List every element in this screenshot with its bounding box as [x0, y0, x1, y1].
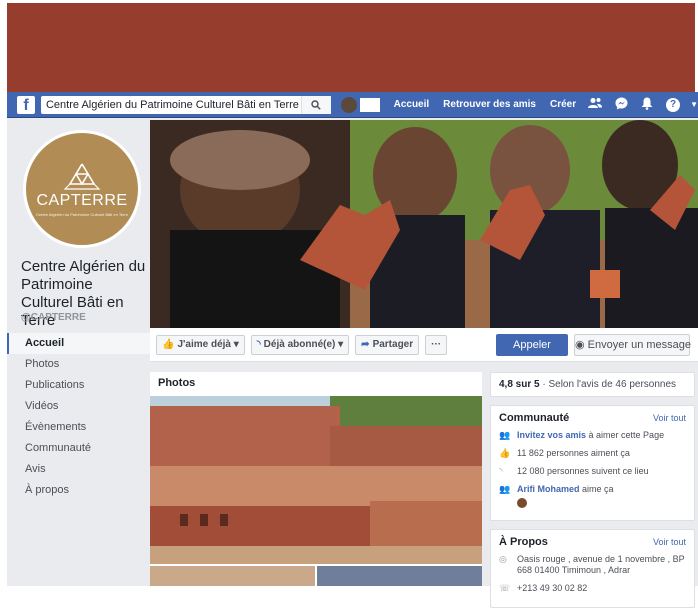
friend-avatar[interactable]: [517, 498, 527, 508]
sidebar-item-posts[interactable]: Publications: [7, 375, 150, 396]
page-action-bar: 👍 J'aime déjà ▾ ◝ Déjà abonné(e) ▾ ➦ Partag…: [150, 328, 698, 362]
messenger-icon: ◉: [575, 339, 585, 351]
right-column: 4,8 sur 5 · Selon l'avis de 46 personnes…: [490, 372, 695, 616]
search-value[interactable]: Centre Algérien du Patrimoine Culturel B…: [46, 99, 301, 111]
top-banner: [0, 0, 698, 92]
photo-thumbnail[interactable]: [317, 566, 482, 586]
people-icon: 👥: [499, 484, 511, 494]
page-body: CAPTERRE Centre Algérien du Patrimoine C…: [7, 118, 698, 608]
address-row: ◎ Oasis rouge , avenue de 1 novembre , B…: [499, 554, 685, 575]
like-button[interactable]: 👍 J'aime déjà ▾: [156, 334, 245, 355]
page-profile-picture[interactable]: CAPTERRE Centre Algérien du Patrimoine C…: [23, 130, 141, 248]
location-pin-icon: ◎: [499, 554, 507, 564]
about-card: À Propos Voir tout ◎ Oasis rouge , avenu…: [490, 529, 695, 608]
facebook-logo-icon[interactable]: f: [17, 95, 35, 114]
follows-row: ◝ 12 080 personnes suivent ce lieu: [499, 466, 649, 476]
sidebar-item-community[interactable]: Communauté: [7, 438, 150, 459]
notifications-bell-icon[interactable]: [640, 97, 654, 113]
more-options-button[interactable]: ···: [425, 334, 448, 355]
photo-main-image: [150, 396, 482, 564]
rating-summary[interactable]: 4,8 sur 5 · Selon l'avis de 46 personnes: [499, 379, 686, 390]
logo-subtitle: Centre Algérien du Patrimoine Culturel B…: [36, 211, 128, 217]
community-see-all-link[interactable]: Voir tout: [653, 413, 686, 423]
sidebar-item-about[interactable]: À propos: [7, 480, 150, 501]
follow-button[interactable]: ◝ Déjà abonné(e) ▾: [250, 334, 350, 355]
people-icon: 👥: [499, 430, 511, 440]
cover-photo[interactable]: [150, 120, 698, 328]
thumbs-up-icon: 👍: [162, 339, 175, 350]
user-avatar[interactable]: [340, 96, 357, 113]
phone-row: ☏ +213 49 30 02 82: [499, 583, 588, 593]
cover-photo-image: [150, 120, 698, 328]
facebook-topbar: f Centre Algérien du Patrimoine Culturel…: [7, 92, 698, 118]
user-name-block[interactable]: [359, 97, 380, 112]
photos-panel: Photos: [150, 372, 482, 586]
sidebar-item-videos[interactable]: Vidéos: [7, 396, 150, 417]
sidebar-item-events[interactable]: Évènements: [7, 417, 150, 438]
community-card: Communauté Voir tout 👥 Invitez vos amis …: [490, 405, 695, 521]
banner-color-block: [7, 3, 695, 92]
invite-friends-row: 👥 Invitez vos amis à aimer cette Page: [499, 430, 665, 440]
logo-wordmark: CAPTERRE: [36, 191, 128, 209]
search-icon[interactable]: [300, 95, 331, 114]
send-message-button[interactable]: ◉ Envoyer un message: [574, 334, 691, 356]
nav-link-create[interactable]: Créer: [550, 99, 576, 110]
nav-link-find-friends[interactable]: Retrouver des amis: [443, 99, 536, 110]
friend-requests-icon[interactable]: [588, 97, 603, 112]
capterre-logo-icon: [63, 163, 101, 190]
sidebar-item-home[interactable]: Accueil: [7, 333, 150, 354]
left-column: CAPTERRE Centre Algérien du Patrimoine C…: [7, 118, 150, 586]
search-input[interactable]: Centre Algérien du Patrimoine Culturel B…: [40, 95, 331, 114]
nav-link-home[interactable]: Accueil: [394, 99, 430, 110]
sidebar-item-photos[interactable]: Photos: [7, 354, 150, 375]
share-arrow-icon: ➦: [361, 339, 370, 350]
about-see-all-link[interactable]: Voir tout: [653, 537, 686, 547]
about-title[interactable]: À Propos: [499, 536, 548, 548]
friend-likes-row: 👥 Arifi Mohamed aime ça: [499, 484, 614, 494]
thumbs-up-icon: 👍: [499, 448, 511, 458]
rss-icon: ◝: [499, 466, 503, 476]
help-icon[interactable]: ?: [666, 97, 681, 112]
rss-icon: ◝: [256, 339, 261, 350]
friend-name-link[interactable]: Arifi Mohamed: [517, 484, 580, 494]
call-button[interactable]: Appeler: [496, 334, 568, 356]
photo-thumbnail[interactable]: [150, 566, 315, 586]
photo-main[interactable]: [150, 396, 482, 564]
page-nav: Accueil Photos Publications Vidéos Évène…: [7, 333, 150, 501]
share-button[interactable]: ➦ Partager: [355, 334, 420, 355]
community-title[interactable]: Communauté: [499, 412, 569, 424]
sidebar-item-reviews[interactable]: Avis: [7, 459, 150, 480]
photos-title[interactable]: Photos: [150, 372, 482, 394]
page-handle[interactable]: @CAPTERRE: [21, 312, 86, 323]
chevron-down-icon[interactable]: ▼: [690, 100, 698, 109]
messenger-icon[interactable]: [614, 97, 628, 113]
phone-icon: ☏: [499, 583, 511, 593]
rating-card: 4,8 sur 5 · Selon l'avis de 46 personnes: [490, 372, 695, 397]
likes-row: 👍 11 862 personnes aiment ça: [499, 448, 630, 458]
invite-friends-link[interactable]: Invitez vos amis: [517, 430, 586, 440]
